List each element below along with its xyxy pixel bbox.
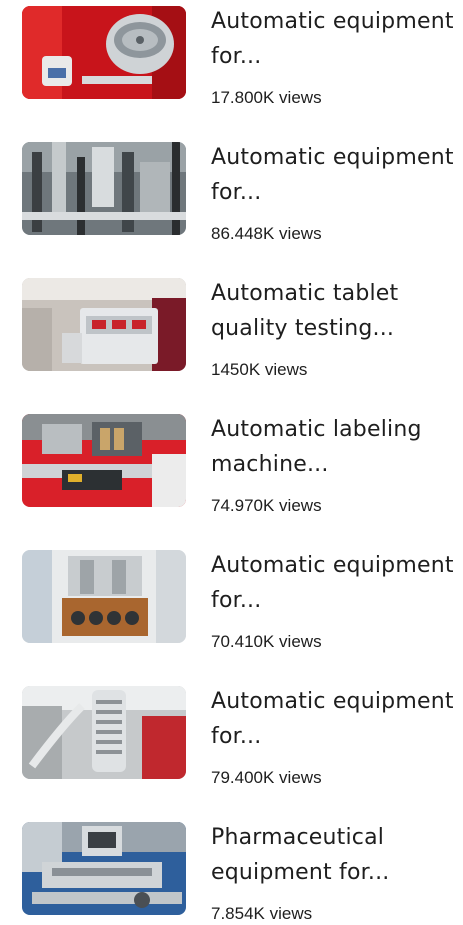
video-thumbnail[interactable]: [22, 6, 186, 99]
view-count: 1450K views: [211, 360, 308, 379]
video-title[interactable]: Automatic equipment for...: [211, 4, 456, 74]
video-item[interactable]: Automatic equipment for... 70.410K views: [0, 546, 463, 666]
stainless-bowl-machine-thumbnail: [22, 6, 186, 99]
video-item[interactable]: Automatic equipment for... 86.448K views: [0, 138, 463, 258]
video-item[interactable]: Automatic equipment for... 17.800K views: [0, 2, 463, 122]
video-thumbnail[interactable]: [22, 822, 186, 915]
filling-line-machine-thumbnail: [22, 142, 186, 235]
video-thumbnail[interactable]: [22, 414, 186, 507]
view-count: 74.970K views: [211, 496, 322, 515]
video-title[interactable]: Automatic labeling machine...: [211, 412, 456, 482]
video-thumbnail[interactable]: [22, 278, 186, 371]
view-count: 86.448K views: [211, 224, 322, 243]
video-title[interactable]: Pharmaceutical equipment for...: [211, 820, 456, 890]
video-title[interactable]: Automatic tablet quality testing...: [211, 276, 456, 346]
video-title[interactable]: Automatic equipment for...: [211, 548, 456, 618]
view-count: 70.410K views: [211, 632, 322, 651]
pharmaceutical-line-thumbnail: [22, 822, 186, 915]
video-thumbnail[interactable]: [22, 142, 186, 235]
view-count: 17.800K views: [211, 88, 322, 107]
video-thumbnail[interactable]: [22, 550, 186, 643]
labeling-machine-thumbnail: [22, 414, 186, 507]
video-thumbnail[interactable]: [22, 686, 186, 779]
tablet-press-thumbnail: [22, 550, 186, 643]
video-item[interactable]: Automatic equipment for... 79.400K views: [0, 682, 463, 802]
video-title[interactable]: Automatic equipment for...: [211, 140, 456, 210]
video-title[interactable]: Automatic equipment for...: [211, 684, 456, 754]
video-item[interactable]: Pharmaceutical equipment for... 7.854K v…: [0, 818, 463, 925]
view-count: 7.854K views: [211, 904, 313, 923]
view-count: 79.400K views: [211, 768, 322, 787]
video-item[interactable]: Automatic labeling machine... 74.970K vi…: [0, 410, 463, 530]
coil-conveyor-thumbnail: [22, 686, 186, 779]
video-list: Automatic equipment for... 17.800K views…: [0, 0, 463, 925]
video-item[interactable]: Automatic tablet quality testing... 1450…: [0, 274, 463, 394]
tablet-tester-thumbnail: [22, 278, 186, 371]
